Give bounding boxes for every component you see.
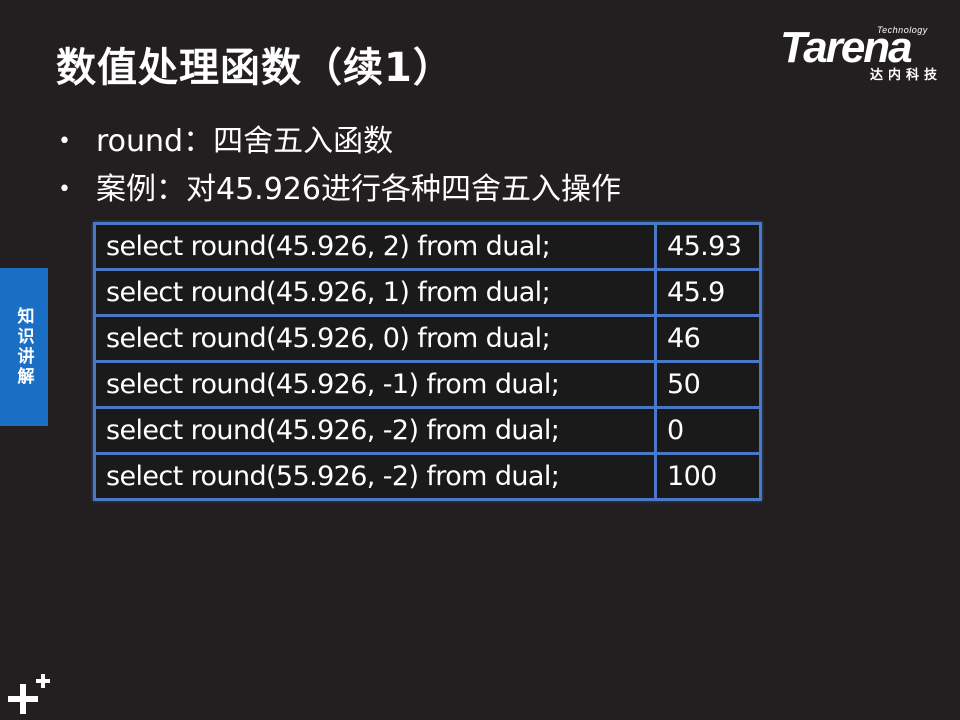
- side-tab-knowledge: 知识讲解: [0, 268, 48, 426]
- table-row: select round(55.926, -2) from dual; 100: [93, 452, 762, 501]
- sql-cell: select round(45.926, 0) from dual;: [93, 314, 657, 363]
- table-row: select round(45.926, 2) from dual; 45.93: [93, 222, 762, 271]
- sql-cell: select round(55.926, -2) from dual;: [93, 452, 657, 501]
- bullet-dot-icon: •: [58, 177, 71, 202]
- result-cell: 0: [654, 406, 762, 455]
- round-examples-table: select round(45.926, 2) from dual; 45.93…: [93, 222, 762, 501]
- bullet-list: • round：四舍五入函数 • 案例：对45.926进行各种四舍五入操作: [56, 118, 621, 214]
- result-cell: 45.9: [654, 268, 762, 317]
- side-tab-label: 知识讲解: [13, 307, 34, 387]
- sql-cell: select round(45.926, 1) from dual;: [93, 268, 657, 317]
- slide-title: 数值处理函数（续1）: [56, 45, 454, 91]
- plus-logo-icon: [8, 674, 50, 714]
- result-cell: 45.93: [654, 222, 762, 271]
- bullet-text: round：四舍五入函数: [96, 124, 394, 159]
- table-row: select round(45.926, -1) from dual; 50: [93, 360, 762, 409]
- sql-cell: select round(45.926, -2) from dual;: [93, 406, 657, 455]
- bullet-item: • round：四舍五入函数: [56, 118, 621, 166]
- result-cell: 50: [654, 360, 762, 409]
- result-cell: 100: [654, 452, 762, 501]
- sql-cell: select round(45.926, 2) from dual;: [93, 222, 657, 271]
- table-row: select round(45.926, -2) from dual; 0: [93, 406, 762, 455]
- bullet-text: 案例：对45.926进行各种四舍五入操作: [96, 172, 621, 207]
- table-row: select round(45.926, 0) from dual; 46: [93, 314, 762, 363]
- bullet-dot-icon: •: [58, 129, 71, 154]
- result-cell: 46: [654, 314, 762, 363]
- sql-cell: select round(45.926, -1) from dual;: [93, 360, 657, 409]
- bullet-item: • 案例：对45.926进行各种四舍五入操作: [56, 166, 621, 214]
- tarena-logo: Technology Tarena 达内科技: [780, 22, 946, 86]
- table-row: select round(45.926, 1) from dual; 45.9: [93, 268, 762, 317]
- logo-subtitle: 达内科技: [869, 68, 942, 83]
